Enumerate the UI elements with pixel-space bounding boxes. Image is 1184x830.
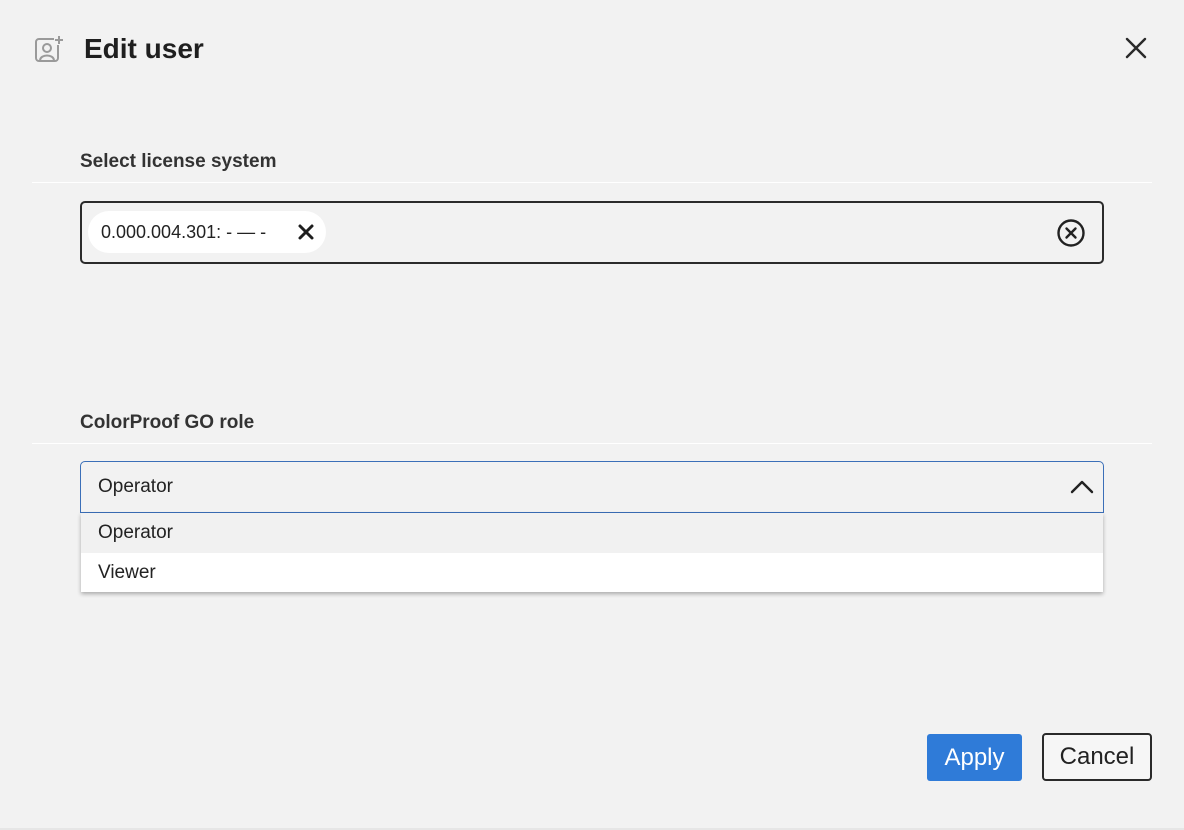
chip-remove-button[interactable] bbox=[296, 222, 316, 242]
divider bbox=[32, 443, 1152, 444]
dialog-title: Edit user bbox=[84, 33, 204, 64]
apply-button[interactable]: Apply bbox=[927, 734, 1022, 781]
close-button[interactable] bbox=[1120, 32, 1152, 64]
divider bbox=[32, 182, 1152, 183]
role-selected-value: Operator bbox=[98, 476, 173, 497]
close-icon bbox=[1125, 37, 1147, 59]
clear-selection-button[interactable] bbox=[1056, 218, 1086, 248]
license-multiselect[interactable]: 0.000.004.301: - — - bbox=[80, 201, 1104, 264]
close-icon bbox=[298, 224, 314, 240]
license-section-label: Select license system bbox=[80, 151, 277, 172]
clear-circle-icon bbox=[1057, 219, 1085, 247]
role-select[interactable]: Operator bbox=[80, 461, 1104, 513]
edit-user-dialog: Edit user Select license system 0.000.00… bbox=[0, 0, 1184, 830]
license-chip: 0.000.004.301: - — - bbox=[88, 211, 326, 253]
cancel-button[interactable]: Cancel bbox=[1042, 733, 1152, 781]
license-chip-label: 0.000.004.301: - — - bbox=[101, 221, 267, 242]
role-section-label: ColorProof GO role bbox=[80, 412, 255, 433]
chevron-up-icon bbox=[1070, 480, 1094, 494]
role-option-viewer[interactable]: Viewer bbox=[81, 553, 1103, 593]
role-option-operator[interactable]: Operator bbox=[81, 513, 1103, 553]
user-add-icon bbox=[34, 34, 64, 64]
role-dropdown-menu: Operator Viewer bbox=[81, 513, 1103, 592]
